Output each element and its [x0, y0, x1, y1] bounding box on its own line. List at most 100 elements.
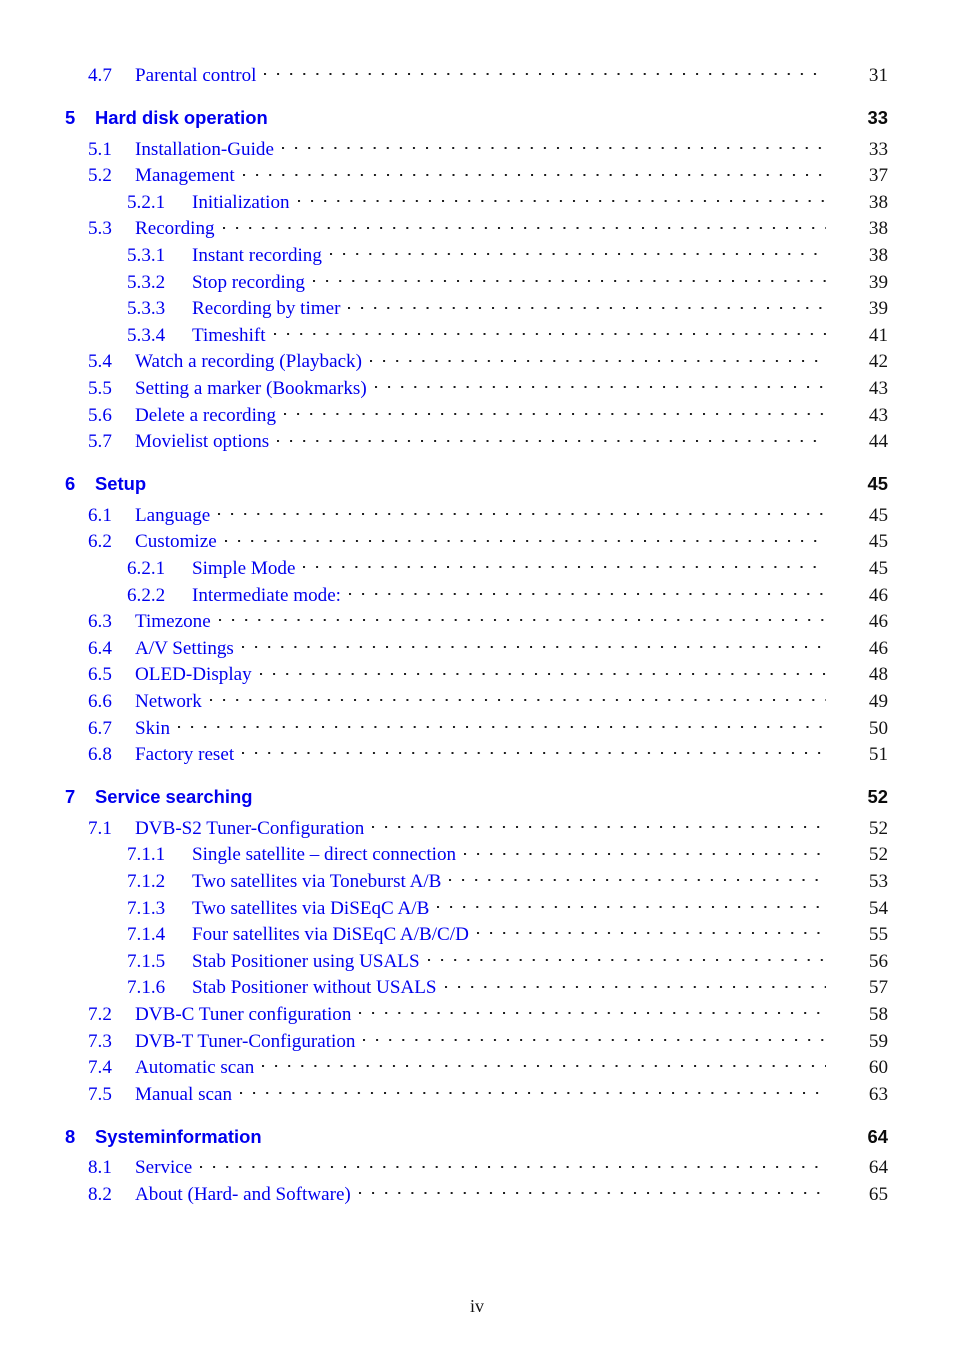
toc-entry-page-number: 33 — [868, 138, 888, 160]
toc-entry-page-number: 42 — [868, 351, 888, 373]
dot-leader — [449, 868, 826, 887]
toc-entry-5-2-1[interactable]: 5.2.1 Initialization 38 — [0, 189, 954, 216]
toc-entry-number: 7.1 — [88, 817, 112, 839]
toc-entry-7-3[interactable]: 7.3 DVB-T Tuner-Configuration 59 — [0, 1027, 954, 1054]
toc-entry-5-6[interactable]: 5.6 Delete a recording 43 — [0, 402, 954, 429]
toc-entry-title: Manual scan — [135, 1083, 233, 1105]
toc-entry-number: 8 — [65, 1125, 76, 1147]
toc-entry-6-6[interactable]: 6.6 Network 49 — [0, 688, 954, 715]
toc-entry-page-number: 33 — [867, 106, 888, 128]
toc-entry-number: 5.6 — [88, 404, 112, 426]
toc-entry-page-number: 54 — [868, 897, 888, 919]
toc-entry-5-4[interactable]: 5.4 Watch a recording (Playback) 42 — [0, 348, 954, 375]
toc-entry-page-number: 55 — [868, 924, 888, 946]
toc-entry-title: Stop recording — [192, 271, 305, 293]
toc-entry-7-1-3[interactable]: 7.1.3 Two satellites via DiSEqC A/B 54 — [0, 894, 954, 921]
toc-entry-7-1-2[interactable]: 7.1.2 Two satellites via Toneburst A/B 53 — [0, 868, 954, 895]
toc-entry-number: 5.5 — [88, 378, 112, 400]
dot-leader — [437, 894, 826, 913]
toc-entry-6-2[interactable]: 6.2 Customize 45 — [0, 528, 954, 555]
toc-entry-7-1-1[interactable]: 7.1.1 Single satellite – direct connectio… — [0, 841, 954, 868]
page-folio: iv — [469, 1296, 484, 1316]
toc-entry-5[interactable]: 5 Hard disk operation 33 — [0, 106, 954, 136]
toc-entry-page-number: 60 — [868, 1057, 888, 1079]
toc-entry-5-3-2[interactable]: 5.3.2 Stop recording 39 — [0, 269, 954, 296]
toc-entry-page-number: 45 — [868, 531, 888, 553]
toc-entry-number: 7.5 — [88, 1083, 112, 1105]
toc-entry-page-number: 43 — [868, 404, 888, 426]
toc-entry-6-2-2[interactable]: 6.2.2 Intermediate mode: 46 — [0, 582, 954, 609]
dot-leader — [348, 582, 826, 601]
dot-leader — [218, 608, 826, 627]
toc-entry-title: OLED-Display — [135, 664, 252, 686]
toc-entry-number: 5.3.4 — [127, 324, 166, 346]
toc-entry-6-4[interactable]: 6.4 A/V Settings 46 — [0, 635, 954, 662]
toc-entry-number: 7.1.2 — [127, 870, 166, 892]
toc-entry-title: About (Hard- and Software) — [135, 1183, 351, 1205]
toc-entry-page-number: 45 — [868, 558, 888, 579]
toc-entry-8[interactable]: 8 Systeminformation 64 — [0, 1124, 954, 1154]
toc-entry-number: 5.7 — [88, 431, 112, 453]
toc-entry-6[interactable]: 6 Setup 45 — [0, 472, 954, 502]
toc-entry-number: 5.2.1 — [127, 191, 166, 213]
toc-entry-6-5[interactable]: 6.5 OLED-Display 48 — [0, 661, 954, 688]
toc-entry-title: Movielist options — [135, 431, 270, 453]
toc-entry-page-number: 63 — [868, 1083, 888, 1105]
toc-entry-5-7[interactable]: 5.7 Movielist options 44 — [0, 428, 954, 455]
toc-entry-4-7[interactable]: 4.7 Parental control 31 — [0, 62, 954, 89]
toc-entry-page-number: 48 — [868, 664, 888, 686]
toc-entry-7-2[interactable]: 7.2 DVB-C Tuner configuration 58 — [0, 1001, 954, 1028]
toc-entry-5-3[interactable]: 5.3 Recording 38 — [0, 215, 954, 242]
toc-entry-7-1[interactable]: 7.1 DVB-S2 Tuner-Configuration 52 — [0, 815, 954, 842]
toc-entry-5-3-4[interactable]: 5.3.4 Timeshift 41 — [0, 322, 954, 349]
toc-entry-5-1[interactable]: 5.1 Installation-Guide 33 — [0, 136, 954, 163]
toc-entry-title: Setting a marker (Bookmarks) — [135, 378, 367, 400]
toc-entry-page-number: 56 — [868, 950, 888, 972]
toc-entry-6-7[interactable]: 6.7 Skin 50 — [0, 714, 954, 741]
toc-entry-number: 8.2 — [88, 1183, 112, 1205]
toc-entry-number: 6.4 — [88, 637, 112, 659]
toc-entry-page-number: 64 — [867, 1125, 888, 1147]
toc-entry-6-2-1[interactable]: 6.2.1 Simple Mode 45 — [0, 555, 954, 582]
toc-entry-number: 5.3.1 — [127, 245, 166, 267]
toc-entry-page-number: 39 — [868, 298, 888, 320]
dot-leader — [358, 1181, 826, 1200]
toc-entry-page-number: 57 — [868, 977, 888, 999]
toc-entry-7-1-6[interactable]: 7.1.6 Stab Positioner without USALS 57 — [0, 974, 954, 1001]
dot-leader — [209, 688, 826, 707]
toc-entry-7-1-4[interactable]: 7.1.4 Four satellites via DiSEqC A/B/C/D 5… — [0, 921, 954, 948]
toc-entry-5-2[interactable]: 5.2 Management 37 — [0, 162, 954, 189]
toc-entry-title: Single satellite – direct connection — [192, 844, 457, 866]
toc-entry-5-3-3[interactable]: 5.3.3 Recording by timer 39 — [0, 295, 954, 322]
toc-entry-page-number: 39 — [868, 271, 888, 293]
toc-entry-title: Setup — [95, 473, 147, 495]
toc-page: 4.7 Parental control 31 5 Hard disk operatio… — [0, 0, 954, 1350]
toc-entry-7-1-5[interactable]: 7.1.5 Stab Positioner using USALS 56 — [0, 948, 954, 975]
toc-entry-title: Network — [135, 690, 202, 712]
dot-leader — [369, 348, 826, 367]
toc-entry-5-3-1[interactable]: 5.3.1 Instant recording 38 — [0, 242, 954, 269]
toc-entry-number: 4.7 — [88, 65, 112, 87]
toc-entry-number: 6.5 — [88, 664, 112, 686]
toc-entry-title: Timeshift — [192, 324, 266, 346]
dot-leader — [273, 322, 826, 341]
toc-entry-title: Recording by timer — [192, 298, 341, 320]
dot-leader — [297, 189, 826, 208]
toc-entry-number: 7.1.3 — [127, 897, 166, 919]
toc-entry-8-1[interactable]: 8.1 Service 64 — [0, 1154, 954, 1181]
toc-entry-6-8[interactable]: 6.8 Factory reset 51 — [0, 741, 954, 768]
toc-entry-7[interactable]: 7 Service searching 52 — [0, 785, 954, 815]
toc-entry-title: Two satellites via Toneburst A/B — [192, 870, 442, 892]
dot-leader — [242, 162, 826, 181]
toc-entry-title: Timezone — [135, 611, 211, 633]
toc-entry-7-4[interactable]: 7.4 Automatic scan 60 — [0, 1054, 954, 1081]
toc-entry-6-1[interactable]: 6.1 Language 45 — [0, 502, 954, 529]
toc-entry-page-number: 46 — [868, 584, 888, 606]
toc-entry-page-number: 52 — [868, 817, 888, 839]
toc-entry-8-2[interactable]: 8.2 About (Hard- and Software) 65 — [0, 1181, 954, 1208]
toc-entry-title: Customize — [135, 531, 217, 553]
dot-leader — [264, 62, 826, 81]
toc-entry-7-5[interactable]: 7.5 Manual scan 63 — [0, 1081, 954, 1108]
toc-entry-6-3[interactable]: 6.3 Timezone 46 — [0, 608, 954, 635]
toc-entry-5-5[interactable]: 5.5 Setting a marker (Bookmarks) 43 — [0, 375, 954, 402]
